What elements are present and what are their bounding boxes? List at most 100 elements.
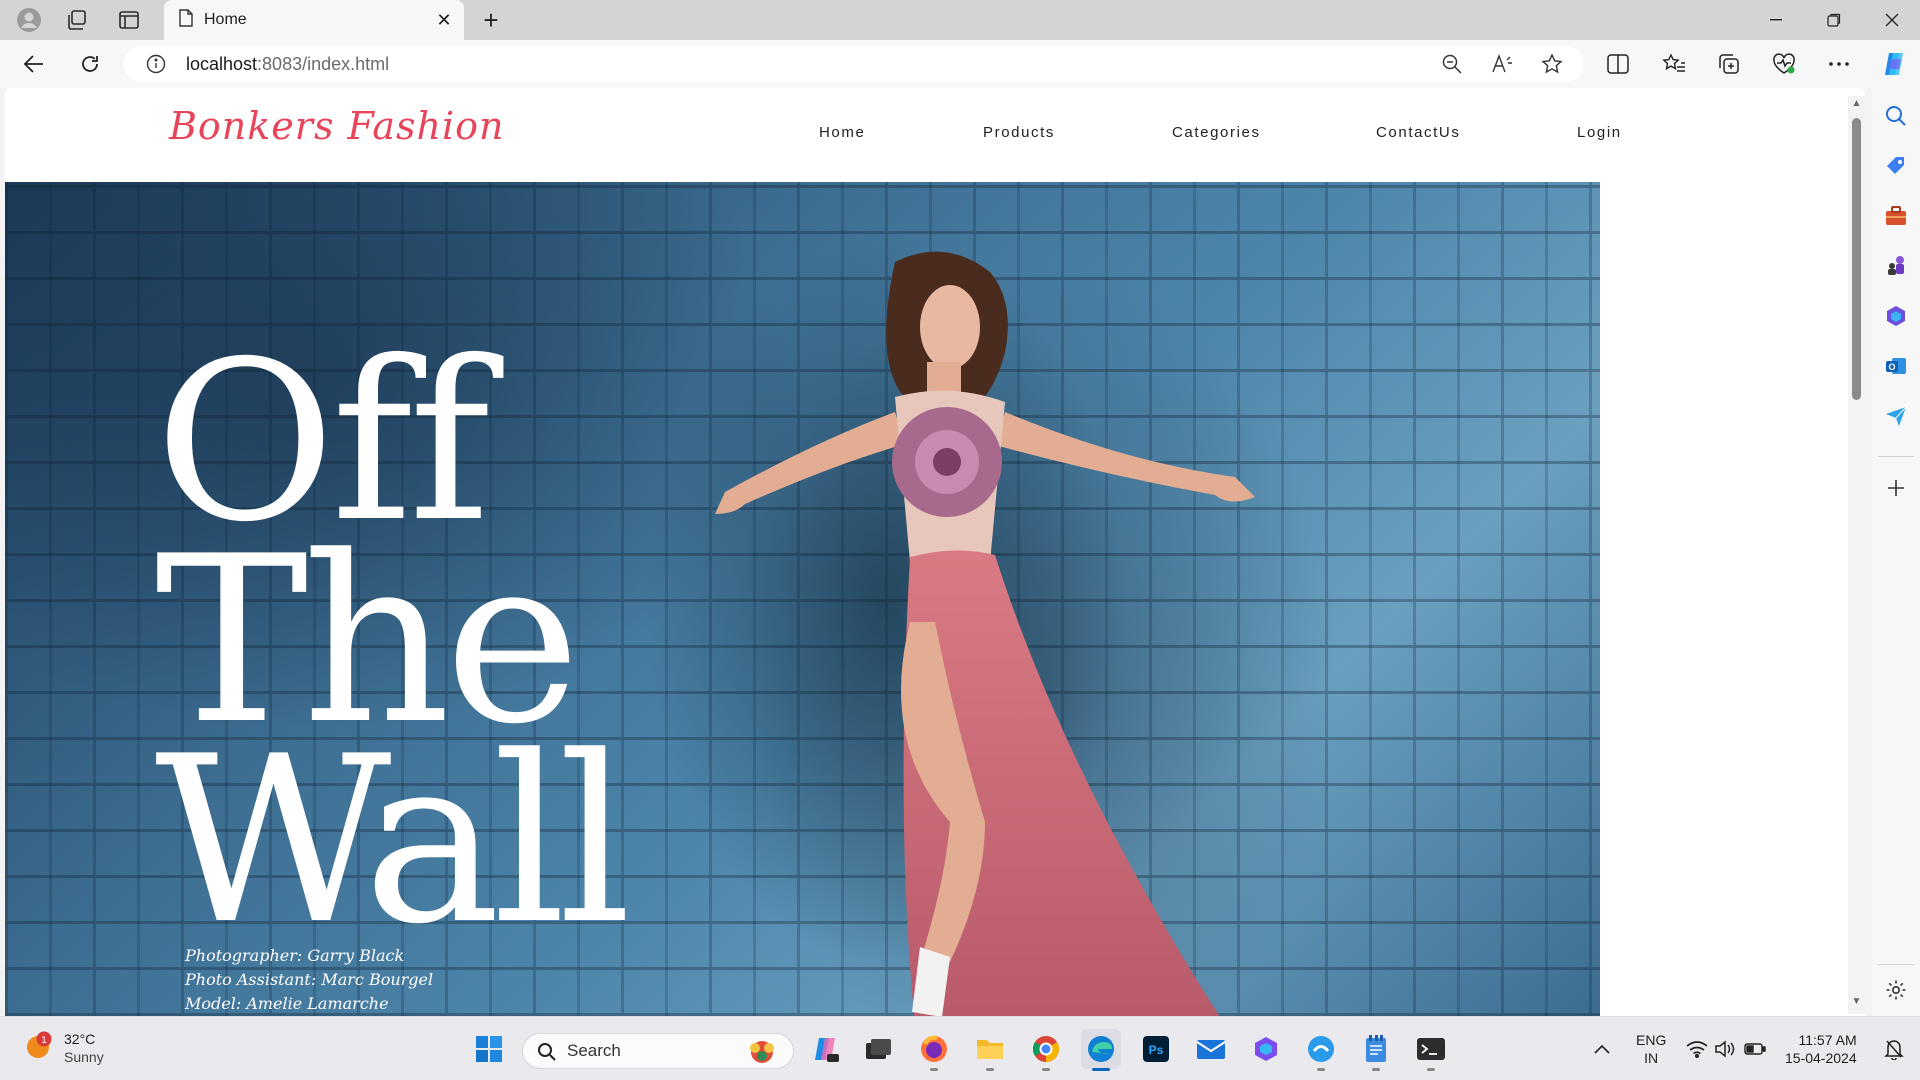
outlook-icon[interactable]: O bbox=[1880, 350, 1912, 382]
tools-briefcase-icon[interactable] bbox=[1880, 200, 1912, 232]
copilot-m365-icon[interactable] bbox=[1880, 300, 1912, 332]
page-scrollbar[interactable]: ▲ ▼ bbox=[1848, 96, 1865, 1014]
favorites-icon[interactable] bbox=[1656, 48, 1692, 80]
scroll-thumb[interactable] bbox=[1852, 118, 1861, 400]
show-hidden-icons-chevron-icon[interactable] bbox=[1582, 1029, 1622, 1069]
close-window-button[interactable] bbox=[1864, 0, 1920, 40]
url-path: :8083/index.html bbox=[257, 53, 390, 74]
active-indicator bbox=[1092, 1068, 1110, 1071]
sidebar-search-icon[interactable] bbox=[1880, 100, 1912, 132]
copilot-taskbar-icon[interactable] bbox=[806, 1029, 846, 1069]
desktop: Home ✕ + localhost:8083/index.html Bonke… bbox=[0, 0, 1920, 1080]
browser-titlebar: Home ✕ + bbox=[0, 0, 1920, 40]
nav-home[interactable]: Home bbox=[819, 124, 865, 141]
tab-title: Home bbox=[204, 11, 247, 28]
weather-widget[interactable]: 1 32°C Sunny bbox=[24, 1031, 104, 1065]
back-button[interactable] bbox=[16, 48, 52, 80]
add-sidebar-app-icon[interactable] bbox=[1880, 472, 1912, 504]
hero-banner: Off The Wall Photographer: Garry Black P… bbox=[5, 182, 1600, 1016]
credit-photographer: Photographer: Garry Black bbox=[185, 946, 405, 965]
search-placeholder: Search bbox=[567, 1041, 621, 1060]
weather-badge: 1 bbox=[41, 1035, 47, 1046]
clock-time: 11:57 AM bbox=[1798, 1032, 1857, 1048]
edge-taskbar-icon[interactable] bbox=[1081, 1029, 1121, 1071]
region-code: IN bbox=[1644, 1050, 1659, 1066]
scroll-down-arrow[interactable]: ▼ bbox=[1850, 996, 1863, 1008]
terminal-icon[interactable] bbox=[1411, 1029, 1451, 1071]
firefox-icon[interactable] bbox=[914, 1029, 954, 1071]
favorite-star-icon[interactable] bbox=[1538, 50, 1566, 78]
address-bar[interactable]: localhost:8083/index.html bbox=[124, 46, 1584, 82]
minimize-button[interactable] bbox=[1748, 0, 1804, 40]
language-code: ENG bbox=[1636, 1032, 1667, 1048]
new-tab-button[interactable]: + bbox=[476, 5, 506, 35]
restore-button[interactable] bbox=[1806, 0, 1862, 40]
running-indicator bbox=[1372, 1068, 1380, 1071]
mail-icon[interactable] bbox=[1191, 1029, 1231, 1069]
browser-essentials-icon[interactable] bbox=[1766, 48, 1802, 80]
start-windows-icon[interactable] bbox=[469, 1029, 509, 1069]
notifications-bell-icon[interactable] bbox=[1874, 1029, 1914, 1069]
chrome-icon[interactable] bbox=[1026, 1029, 1066, 1071]
credit-assistant: Photo Assistant: Marc Bourgel bbox=[185, 970, 434, 989]
windows-taskbar: 1 32°C Sunny Search Ps ENG IN 11:57 AM 1… bbox=[0, 1016, 1920, 1080]
running-indicator bbox=[1042, 1068, 1050, 1071]
url-host: localhost bbox=[186, 53, 258, 74]
site-info-icon[interactable] bbox=[142, 50, 170, 78]
language-indicator[interactable]: ENG IN bbox=[1636, 1031, 1666, 1067]
hero-title-line3: Wall bbox=[155, 708, 632, 975]
running-indicator bbox=[1317, 1068, 1325, 1071]
running-indicator bbox=[986, 1068, 994, 1071]
shopping-tag-icon[interactable] bbox=[1880, 150, 1912, 182]
page-icon bbox=[178, 8, 194, 32]
messaging-app-icon[interactable] bbox=[1301, 1029, 1341, 1071]
notepad-icon[interactable] bbox=[1356, 1029, 1396, 1071]
photoshop-icon[interactable]: Ps bbox=[1136, 1029, 1176, 1069]
url-text[interactable]: localhost:8083/index.html bbox=[186, 54, 389, 75]
copilot-icon[interactable] bbox=[1876, 48, 1912, 80]
send-drop-icon[interactable] bbox=[1880, 400, 1912, 432]
workspaces-icon[interactable] bbox=[62, 6, 92, 34]
copilot-app-icon[interactable] bbox=[1246, 1029, 1286, 1069]
profile-icon[interactable] bbox=[14, 6, 44, 34]
task-view-icon[interactable] bbox=[858, 1029, 898, 1069]
read-aloud-icon[interactable] bbox=[1488, 50, 1516, 78]
browser-toolbar: localhost:8083/index.html bbox=[0, 40, 1920, 88]
zoom-icon[interactable] bbox=[1438, 50, 1466, 78]
running-indicator bbox=[1427, 1068, 1435, 1071]
close-tab-icon[interactable]: ✕ bbox=[434, 10, 454, 30]
photo-credits: Photographer: Garry Black Photo Assistan… bbox=[185, 944, 433, 1016]
tab-actions-icon[interactable] bbox=[114, 6, 144, 34]
more-options-icon[interactable] bbox=[1821, 48, 1857, 80]
sun-icon: 1 bbox=[27, 1031, 52, 1058]
edge-sidebar: O bbox=[1872, 88, 1920, 1016]
nav-products[interactable]: Products bbox=[983, 124, 1055, 141]
volume-icon bbox=[1715, 1040, 1735, 1058]
svg-text:O: O bbox=[1888, 362, 1895, 372]
wifi-icon bbox=[1686, 1041, 1708, 1058]
model-photo bbox=[645, 242, 1255, 1016]
nav-categories[interactable]: Categories bbox=[1172, 124, 1261, 141]
battery-icon bbox=[1744, 1043, 1766, 1055]
games-chess-icon[interactable] bbox=[1880, 250, 1912, 282]
weather-condition: Sunny bbox=[64, 1049, 104, 1065]
collections-icon[interactable] bbox=[1711, 48, 1747, 80]
search-highlight-icon bbox=[750, 1041, 774, 1063]
scroll-up-arrow[interactable]: ▲ bbox=[1850, 98, 1863, 110]
credit-model: Model: Amelie Lamarche bbox=[185, 994, 389, 1013]
search-icon bbox=[538, 1043, 556, 1061]
network-volume-battery-tray[interactable] bbox=[1676, 1029, 1776, 1069]
split-screen-icon[interactable] bbox=[1600, 48, 1636, 80]
site-header: Bonkers Fashion Home Products Categories… bbox=[5, 88, 1865, 182]
refresh-button[interactable] bbox=[72, 48, 108, 80]
sidebar-settings-gear-icon[interactable] bbox=[1880, 974, 1912, 1006]
sidebar-divider-bottom bbox=[1878, 964, 1914, 965]
tab-home[interactable]: Home ✕ bbox=[164, 0, 464, 40]
clock[interactable]: 11:57 AM 15-04-2024 bbox=[1785, 1031, 1857, 1067]
nav-login[interactable]: Login bbox=[1577, 124, 1622, 141]
site-logo[interactable]: Bonkers Fashion bbox=[169, 104, 504, 148]
clock-date: 15-04-2024 bbox=[1785, 1050, 1857, 1066]
nav-contactus[interactable]: ContactUs bbox=[1376, 124, 1460, 141]
file-explorer-icon[interactable] bbox=[970, 1029, 1010, 1071]
taskbar-search[interactable]: Search bbox=[522, 1033, 794, 1069]
